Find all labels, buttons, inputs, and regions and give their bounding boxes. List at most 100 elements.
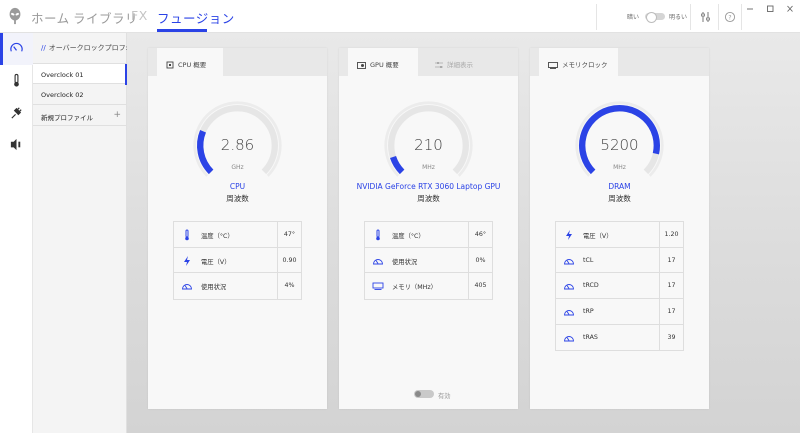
theme-toggle[interactable]: [645, 12, 665, 23]
settings-sliders-icon[interactable]: [700, 11, 712, 23]
new-profile-label: 新規プロファイル: [41, 114, 93, 122]
nav-fx[interactable]: FX: [131, 8, 148, 23]
help-icon[interactable]: ?: [724, 11, 736, 23]
minimize-icon[interactable]: [744, 4, 756, 14]
card-tabs: CPU 概要: [148, 48, 327, 76]
rail-item-power[interactable]: [0, 97, 33, 129]
stat-row: メモリ（MHz） 405: [365, 273, 492, 300]
profile-header: //オーバークロックプロフ:: [41, 43, 128, 53]
divider: [718, 4, 719, 30]
speedometer-icon: [564, 310, 574, 316]
stat-label: メモリ（MHz）: [392, 284, 437, 292]
stat-value: 17: [659, 299, 683, 324]
stat-row: tRCD 17: [556, 273, 683, 300]
speedometer-icon: [182, 284, 192, 290]
tab-gpu-details[interactable]: 詳細表示: [427, 48, 507, 76]
gpu-card-icon: [357, 61, 366, 69]
device-name: DRAM: [608, 182, 631, 191]
memory-stats-table: 電圧（V） 1.20 tCL 17 tRCD 17 tRP 17 tRAS 39: [555, 221, 684, 352]
nav-home[interactable]: ホーム: [31, 8, 70, 27]
close-icon[interactable]: [784, 4, 796, 14]
cpu-card: CPU 概要 2.86 GHz CPU 周波数 温度（°C） 47° 電圧（V） 0.…: [148, 48, 327, 409]
card-tabs: メモリクロック: [530, 48, 709, 76]
stat-row: 使用状況 4%: [174, 273, 301, 300]
power-plug-icon: [11, 107, 22, 119]
stat-value: 0%: [468, 247, 492, 273]
profile-item[interactable]: Overclock 01: [33, 63, 127, 85]
stat-value: 17: [659, 273, 683, 299]
gauge-value: 2.86: [220, 136, 255, 154]
theme-dark-label: 暗い: [627, 14, 640, 21]
stat-label: 使用状況: [392, 258, 418, 266]
chip-icon: [166, 61, 174, 69]
title-bar: ホーム ライブラリ FX フュージョン 暗い 明るい ?: [0, 0, 800, 33]
tab-label: GPU 概要: [370, 61, 399, 69]
stat-row: tRAS 39: [556, 324, 683, 351]
gauge-unit: MHz: [613, 164, 626, 171]
alien-logo-icon[interactable]: [6, 7, 24, 25]
stat-label: 温度（°C）: [392, 233, 425, 240]
tab-memory-clock[interactable]: メモリクロック: [539, 48, 618, 76]
thermometer-icon: [376, 229, 380, 241]
stat-label: 使用状況: [201, 284, 227, 292]
stat-value: 4%: [277, 273, 301, 300]
gauge-unit: MHz: [422, 164, 435, 171]
new-profile-button[interactable]: 新規プロファイル +: [33, 105, 127, 126]
rail-item-thermal[interactable]: [0, 65, 33, 97]
stat-row: tRP 17: [556, 299, 683, 325]
stat-label: tCL: [583, 256, 594, 264]
profile-panel: //オーバークロックプロフ: Overclock 01 Overclock 02…: [33, 33, 128, 433]
lightning-icon: [566, 230, 572, 240]
profile-item[interactable]: Overclock 02: [33, 84, 127, 105]
tab-label: 詳細表示: [447, 61, 473, 69]
maximize-icon[interactable]: [764, 4, 776, 14]
svg-text:?: ?: [728, 14, 731, 21]
alienware-command-center-window: ホーム ライブラリ FX フュージョン 暗い 明るい ? // オーバークロック…: [0, 0, 800, 433]
device-name: NVIDIA GeForce RTX 3060 Laptop GPU: [356, 182, 501, 191]
divider: [690, 4, 691, 30]
tab-gpu-overview[interactable]: GPU 概要: [348, 48, 418, 76]
card-tabs: GPU 概要 詳細表示: [339, 48, 518, 76]
stat-label: 温度（°C）: [201, 233, 234, 240]
nav-fusion[interactable]: フュージョン: [157, 8, 235, 27]
stat-value: 46°: [468, 222, 492, 247]
stat-value: 17: [659, 247, 683, 273]
gpu-stats-table: 温度（°C） 46° 使用状況 0% メモリ（MHz） 405: [364, 221, 493, 301]
active-nav-indicator: [157, 29, 207, 32]
speedometer-icon: [564, 284, 574, 290]
speedometer-icon: [10, 42, 23, 52]
stat-value: 0.90: [277, 247, 301, 273]
nav-library[interactable]: ライブラリ: [73, 8, 138, 27]
memory-card: メモリクロック 5200 MHz DRAM 周波数 電圧（V） 1.20 tCL 17…: [530, 48, 709, 409]
speedometer-icon: [564, 258, 574, 265]
divider: [596, 4, 597, 30]
stat-label: 電圧（V）: [583, 233, 613, 240]
gpu-overclock-toggle[interactable]: [414, 390, 434, 398]
stat-row: 電圧（V） 0.90: [174, 247, 301, 274]
theme-light-label: 明るい: [669, 14, 688, 21]
gauge-label: 周波数: [226, 194, 249, 203]
stat-value: 39: [659, 324, 683, 351]
gauge-label: 周波数: [417, 194, 440, 203]
tab-cpu-overview[interactable]: CPU 概要: [157, 48, 223, 76]
tab-label: メモリクロック: [562, 61, 608, 69]
toggle-label: 有効: [438, 393, 451, 400]
profile-header-label: オーバークロックプロフ:: [48, 44, 129, 52]
rail-item-overclock[interactable]: [0, 33, 33, 65]
gauge-label: 周波数: [608, 194, 631, 203]
stat-value: 1.20: [659, 222, 683, 247]
stat-label: tRP: [583, 308, 594, 316]
add-icon: +: [113, 110, 121, 120]
sliders-icon: [435, 62, 443, 68]
feature-rail: [0, 33, 33, 433]
stat-row: 温度（°C） 47°: [174, 222, 301, 248]
thermometer-icon: [185, 229, 189, 241]
gauge-value: 5200: [600, 136, 639, 154]
stat-row: 温度（°C） 46°: [365, 222, 492, 248]
memory-icon: [372, 282, 384, 291]
divider: [741, 4, 742, 30]
stat-row: tCL 17: [556, 247, 683, 274]
stat-value: 47°: [277, 222, 301, 247]
rail-item-audio[interactable]: [0, 129, 33, 161]
speedometer-icon: [373, 258, 383, 265]
